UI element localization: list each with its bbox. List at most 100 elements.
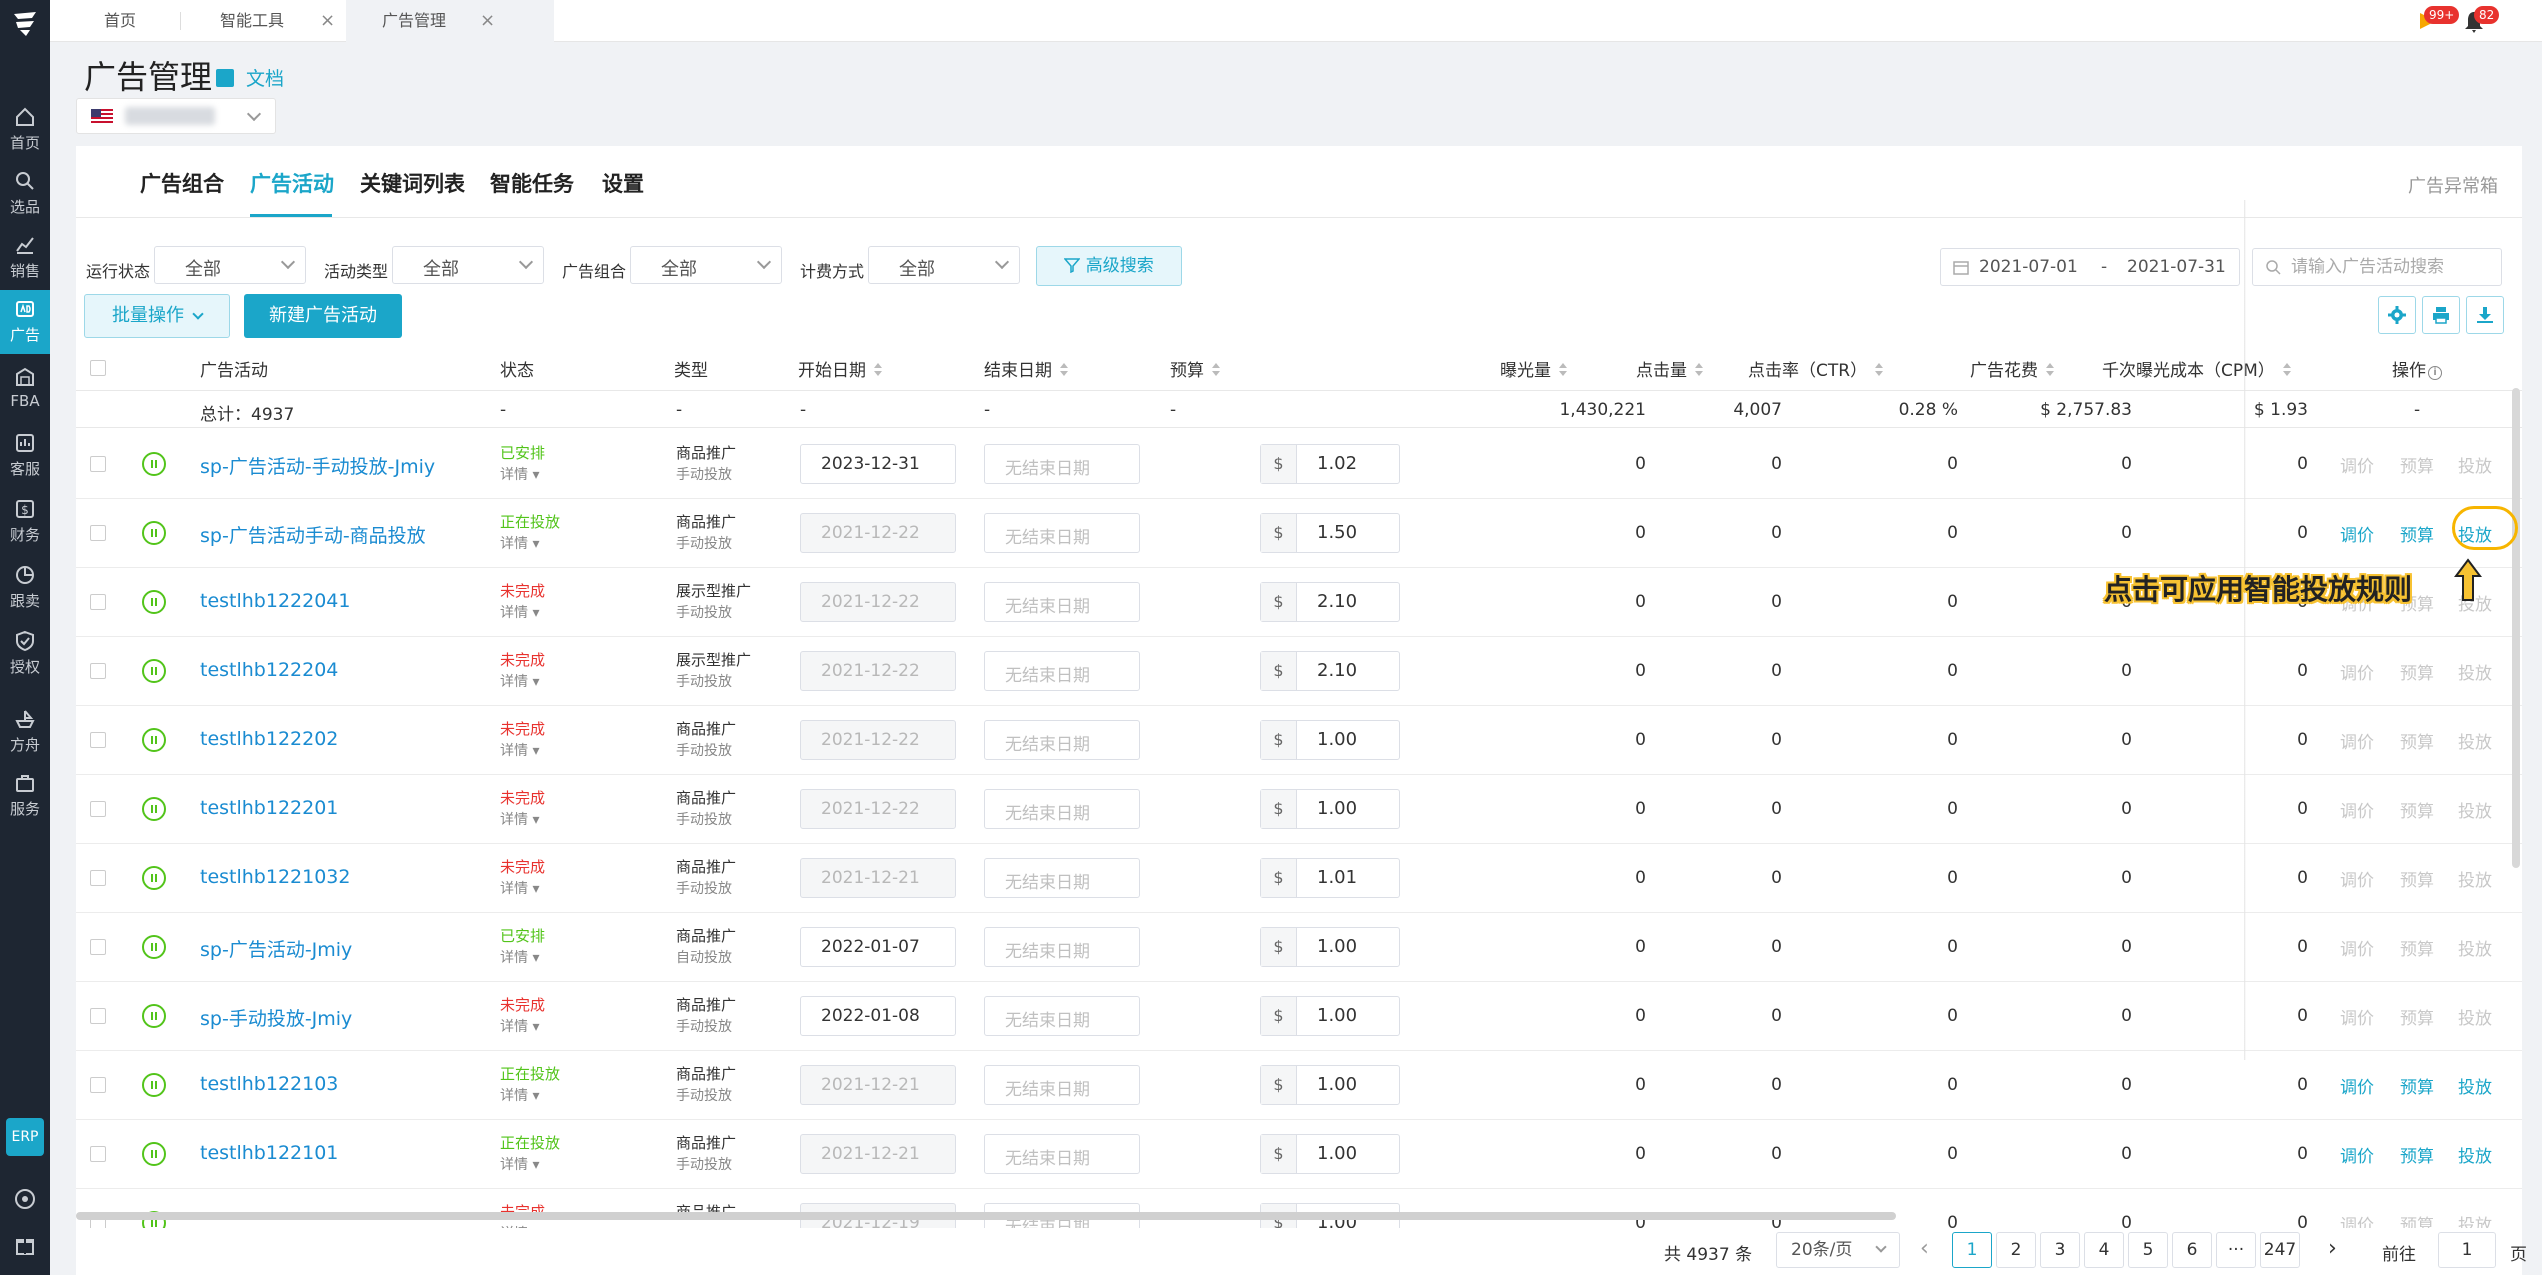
budget-input[interactable]: $1.50 [1260,513,1400,553]
app-logo[interactable] [6,6,44,44]
sidebar-item-5[interactable]: 客服 [0,424,50,488]
budget-input[interactable]: $1.00 [1260,1134,1400,1174]
adjust-bid-button[interactable]: 调价 [2340,521,2374,546]
row-checkbox[interactable] [90,1008,106,1024]
pause-icon[interactable] [142,521,166,545]
col-end-date[interactable]: 结束日期 [984,356,1068,381]
doc-link[interactable]: 文档 [216,64,284,91]
budget-button[interactable]: 预算 [2400,521,2434,546]
adjust-bid-button[interactable]: 调价 [2340,452,2374,477]
targeting-button[interactable]: 投放 [2458,866,2492,891]
pause-icon[interactable] [142,866,166,890]
end-date-input[interactable]: 无结束日期 [984,513,1140,553]
tab-campaigns[interactable]: 广告活动 [250,168,334,198]
budget-input[interactable]: $1.00 [1260,720,1400,760]
detail-toggle[interactable]: 详情 ▾ [500,878,539,898]
col-start-date[interactable]: 开始日期 [798,356,882,381]
tab-keywords[interactable]: 关键词列表 [360,168,465,198]
targeting-button[interactable]: 投放 [2458,797,2492,822]
campaign-name-link[interactable]: sp-广告活动-手动投放-Jmiy [200,452,435,479]
page-size-select[interactable]: 20条/页 [1776,1232,1900,1268]
targeting-button[interactable]: 投放 [2458,1004,2492,1029]
billing-select[interactable]: 全部 [868,246,1020,284]
end-date-input[interactable]: 无结束日期 [984,1134,1140,1174]
help-icon[interactable] [14,1188,36,1210]
close-icon[interactable]: × [320,0,335,42]
row-checkbox[interactable] [90,939,106,955]
targeting-button[interactable]: 投放 [2458,935,2492,960]
row-checkbox[interactable] [90,663,106,679]
budget-button[interactable]: 预算 [2400,1142,2434,1167]
adjust-bid-button[interactable]: 调价 [2340,935,2374,960]
campaign-name-link[interactable]: testlhb122202 [200,728,338,750]
sidebar-item-4[interactable]: FBA [0,358,50,422]
adjust-bid-button[interactable]: 调价 [2340,1073,2374,1098]
campaign-name-link[interactable]: testlhb1221032 [200,866,351,888]
bell-icon[interactable]: 82 [2462,6,2500,34]
budget-button[interactable]: 预算 [2400,659,2434,684]
sidebar-item-7[interactable]: 跟卖 [0,556,50,620]
adjust-bid-button[interactable]: 调价 [2340,1142,2374,1167]
pause-icon[interactable] [142,797,166,821]
row-checkbox[interactable] [90,525,106,541]
campaign-name-link[interactable]: testlhb122204 [200,659,338,681]
budget-button[interactable]: 预算 [2400,728,2434,753]
vertical-scrollbar[interactable] [2512,388,2520,868]
store-selector[interactable] [76,98,276,134]
budget-button[interactable]: 预算 [2400,797,2434,822]
settings-button[interactable] [2378,296,2416,334]
sidebar-item-0[interactable]: 首页 [0,98,50,162]
budget-button[interactable]: 预算 [2400,866,2434,891]
page-button[interactable]: 4 [2084,1232,2124,1268]
pause-icon[interactable] [142,1073,166,1097]
adjust-bid-button[interactable]: 调价 [2340,728,2374,753]
col-spend[interactable]: 广告花费 [1970,356,2054,381]
sidebar-item-6[interactable]: $ 财务 [0,490,50,554]
campaign-name-link[interactable]: testlhb122101 [200,1142,338,1164]
detail-toggle[interactable]: 详情 ▾ [500,671,539,691]
close-icon[interactable]: × [480,0,495,42]
campaign-name-link[interactable]: sp-广告活动手动-商品投放 [200,521,426,548]
adjust-bid-button[interactable]: 调价 [2340,797,2374,822]
campaign-name-link[interactable]: testlhb122201 [200,797,338,819]
sidebar-item-1[interactable]: 选品 [0,162,50,226]
end-date-input[interactable]: 无结束日期 [984,789,1140,829]
budget-input[interactable]: $1.01 [1260,858,1400,898]
end-date-input[interactable]: 无结束日期 [984,720,1140,760]
select-all-checkbox[interactable] [90,360,106,376]
campaign-type-select[interactable]: 全部 [392,246,544,284]
campaign-name-link[interactable]: testlhb122103 [200,1073,338,1095]
tab-ad-management[interactable]: 广告管理 [346,0,554,42]
adjust-bid-button[interactable]: 调价 [2340,1004,2374,1029]
start-date-input[interactable]: 2022-01-08 [800,996,956,1036]
adjust-bid-button[interactable]: 调价 [2340,659,2374,684]
row-checkbox[interactable] [90,594,106,610]
run-status-select[interactable]: 全部 [154,246,306,284]
campaign-name-link[interactable]: sp-广告活动-Jmiy [200,935,352,962]
page-ellipsis[interactable]: ··· [2216,1232,2256,1268]
tab-smart-tools[interactable]: 智能工具 [220,0,284,42]
sidebar-item-8[interactable]: 授权 [0,622,50,686]
budget-input[interactable]: $2.10 [1260,582,1400,622]
end-date-input[interactable]: 无结束日期 [984,996,1140,1036]
row-checkbox[interactable] [90,870,106,886]
col-ctr[interactable]: 点击率（CTR） [1748,356,1884,381]
detail-toggle[interactable]: 详情 ▾ [500,602,539,622]
pause-icon[interactable] [142,590,166,614]
end-date-input[interactable]: 无结束日期 [984,927,1140,967]
budget-button[interactable]: 预算 [2400,1073,2434,1098]
pause-icon[interactable] [142,1004,166,1028]
end-date-input[interactable]: 无结束日期 [984,444,1140,484]
detail-toggle[interactable]: 详情 ▾ [500,809,539,829]
budget-input[interactable]: $2.10 [1260,651,1400,691]
budget-button[interactable]: 预算 [2400,452,2434,477]
bulk-actions-button[interactable]: 批量操作 [84,294,230,338]
campaign-name-link[interactable]: sp-手动投放-Jmiy [200,1004,352,1031]
end-date-input[interactable]: 无结束日期 [984,651,1140,691]
pause-icon[interactable] [142,728,166,752]
detail-toggle[interactable]: 详情 ▾ [500,464,539,484]
row-checkbox[interactable] [90,732,106,748]
end-date-input[interactable]: 无结束日期 [984,582,1140,622]
sidebar-item-2[interactable]: 销售 [0,226,50,290]
detail-toggle[interactable]: 详情 ▾ [500,1016,539,1036]
